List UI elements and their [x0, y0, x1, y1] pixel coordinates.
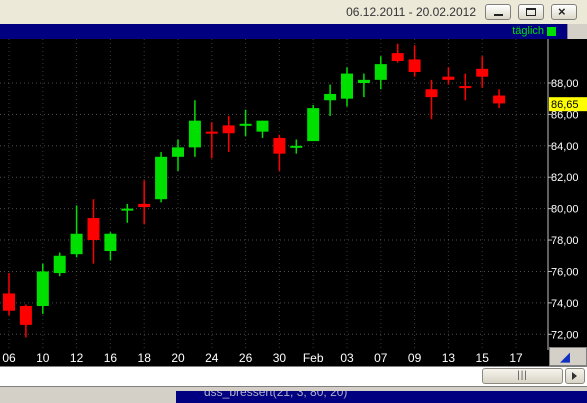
- y-tick-label: 72,00: [551, 329, 579, 341]
- x-tick-label: Feb: [303, 351, 324, 365]
- x-tick-label: 10: [36, 351, 50, 365]
- chart-arrow-icon: ◢: [560, 349, 570, 364]
- candle-body-down: [273, 137, 286, 154]
- candle-body-down: [476, 68, 489, 77]
- y-tick-label: 78,00: [551, 235, 579, 247]
- date-range-label: 06.12.2011 - 20.02.2012: [346, 5, 476, 19]
- y-tick-label: 76,00: [551, 266, 579, 278]
- candle-body-down: [459, 86, 472, 89]
- candle-body-up: [239, 123, 252, 126]
- candle-body-up: [341, 73, 353, 99]
- scroll-right-button[interactable]: [565, 368, 585, 384]
- candle-body-down: [205, 131, 218, 134]
- last-price-label: 86,65: [551, 99, 579, 111]
- candle-body-down: [87, 218, 100, 241]
- candle-body-up: [374, 64, 387, 80]
- y-tick-label: 80,00: [551, 204, 579, 216]
- candle-body-down: [408, 59, 421, 72]
- candle-body-up: [357, 79, 370, 83]
- candle-body-down: [138, 203, 151, 208]
- x-tick-label: 26: [239, 351, 253, 365]
- candle-body-down: [425, 89, 438, 98]
- candle-body-up: [290, 145, 303, 148]
- x-tick-label: 24: [205, 351, 219, 365]
- candlestick-chart[interactable]: 72,00 74,00 76,00 78,00 80,00 82,00 84,00 86,00…: [0, 24, 587, 350]
- x-tick-label: 13: [442, 351, 456, 365]
- x-tick-label: 17: [509, 351, 523, 365]
- y-tick-label: 86,00: [551, 109, 579, 121]
- y-tick-label: 74,00: [551, 298, 579, 310]
- x-tick-label: 20: [171, 351, 185, 365]
- candle-body-up: [70, 233, 83, 255]
- candle-body-up: [155, 156, 168, 200]
- axis-toggle-button[interactable]: ◢: [549, 347, 587, 366]
- y-tick-label: 82,00: [551, 172, 579, 184]
- candle-body-down: [442, 76, 455, 80]
- arrow-right-icon: [572, 372, 577, 380]
- x-tick-label: 16: [104, 351, 118, 365]
- x-tick-label: 18: [138, 351, 152, 365]
- x-tick-label: 30: [273, 351, 287, 365]
- x-tick-label: 15: [476, 351, 490, 365]
- candle-body-up: [53, 255, 66, 274]
- candle-body-up: [307, 108, 320, 142]
- close-icon: ×: [558, 4, 566, 19]
- candle-body-up: [121, 208, 134, 211]
- minimize-button[interactable]: [485, 4, 511, 20]
- indicator-title: dss_bressert(21, 3, 80, 20): [204, 391, 348, 399]
- y-tick-label: 84,00: [551, 141, 579, 153]
- candle-body-up: [36, 271, 49, 307]
- minimize-icon: [494, 14, 503, 16]
- x-tick-label: 07: [374, 351, 388, 365]
- candle-body-up: [188, 120, 201, 148]
- candle-body-up: [172, 147, 184, 157]
- x-axis: 06 10 12 16 18 20 24 26 30 Feb 03 07 09 13 15 17: [0, 350, 587, 366]
- window-titlebar: 06.12.2011 - 20.02.2012 ×: [0, 0, 587, 25]
- chart-area[interactable]: täglich 72,00 74,00 76,00 78,00 80,00 82,00 84…: [0, 24, 587, 350]
- candle-body-up: [256, 120, 269, 132]
- close-button[interactable]: ×: [551, 4, 577, 20]
- maximize-button[interactable]: [518, 4, 544, 20]
- x-tick-label: 06: [2, 351, 16, 365]
- candle-body-down: [222, 125, 235, 134]
- candle-body-down: [3, 293, 15, 311]
- x-tick-label: 03: [340, 351, 354, 365]
- indicator-panel[interactable]: dss_bressert(21, 3, 80, 20): [176, 391, 587, 403]
- candle-body-down: [493, 95, 506, 104]
- candle-body-up: [324, 93, 337, 101]
- maximize-icon: [526, 8, 536, 16]
- scrollbar-thumb[interactable]: |||: [482, 368, 563, 384]
- x-tick-label: 09: [408, 351, 422, 365]
- x-tick-label: 12: [70, 351, 84, 365]
- candle-body-down: [391, 53, 404, 61]
- candle-body-up: [104, 233, 117, 252]
- y-tick-label: 88,00: [551, 78, 579, 90]
- candle-body-down: [19, 306, 32, 325]
